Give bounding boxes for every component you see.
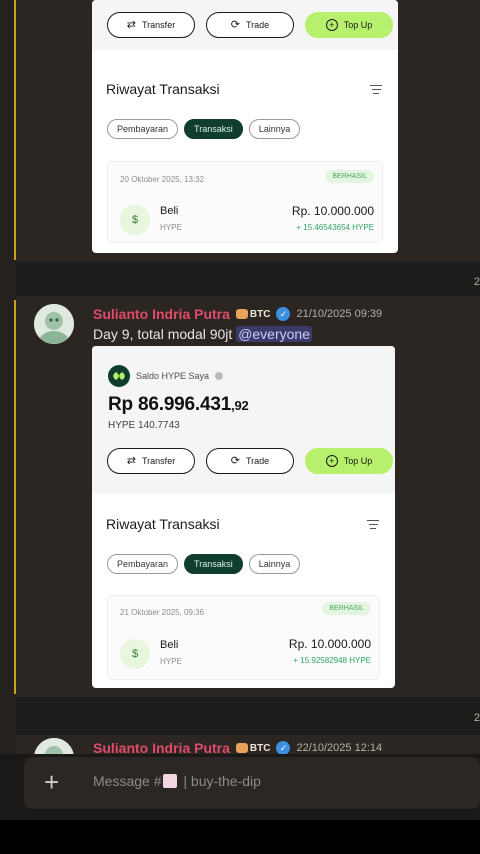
wallet-header: Saldo HYPE Saya [108, 365, 224, 387]
trade-button[interactable]: ⟳ Trade [206, 12, 294, 38]
chip-transaksi[interactable]: Transaksi [184, 554, 243, 574]
plus-circle-icon: + [325, 19, 338, 31]
topup-button[interactable]: + Top Up [305, 448, 393, 474]
history-title: Riwayat Transaksi [106, 516, 220, 532]
timestamp: 21/10/2025 09:39 [296, 308, 383, 320]
topup-button[interactable]: + Top Up [305, 12, 393, 38]
tx-date: 21 Oktober 2025, 09:36 [120, 608, 205, 617]
transaction-item[interactable]: 20 Oktober 2025, 13:32 BERHASIL $ Beli H… [107, 161, 383, 243]
message-composer[interactable]: + Message # | buy-the-dip [24, 757, 480, 809]
filter-chips: Pembayaran Transaksi Lainnya [107, 554, 301, 574]
balance: Rp 86.996.431,92 [108, 394, 249, 415]
message-text: Day 9, total modal 90jt @everyone [93, 326, 312, 342]
chip-transaksi[interactable]: Transaksi [184, 119, 243, 139]
history-section: Riwayat Transaksi Pembayaran Transaksi L… [92, 501, 395, 688]
coin-icon: $ [120, 639, 150, 669]
message-gap [16, 262, 480, 296]
status-badge: BERHASIL [325, 170, 374, 183]
plus-circle-icon: + [325, 455, 338, 467]
edge-timestamp: 2 [473, 276, 480, 288]
transaction-item[interactable]: 21 Oktober 2025, 09:36 BERHASIL $ Beli H… [107, 595, 380, 680]
history-title: Riwayat Transaksi [106, 81, 220, 97]
verified-icon: ✓ [276, 741, 291, 755]
coin-icon [235, 743, 248, 753]
chip-lainnya[interactable]: Lainnya [248, 119, 301, 139]
highlight-bar [14, 300, 16, 694]
channel-emoji-icon [163, 774, 178, 788]
chip-pembayaran[interactable]: Pembayaran [107, 554, 179, 574]
message-gap [16, 697, 480, 735]
trade-icon: ⟳ [230, 454, 241, 467]
timestamp: 22/10/2025 12:14 [296, 742, 383, 754]
wallet-card-2: Saldo HYPE Saya Rp 86.996.431,92 HYPE 14… [92, 346, 395, 688]
wallet-label: Saldo HYPE Saya [136, 371, 210, 381]
info-icon[interactable] [215, 372, 224, 380]
bottom-bar [0, 820, 480, 854]
card-top-section: Saldo HYPE Saya Rp 86.996.431,92 HYPE 14… [92, 346, 395, 494]
transfer-icon: ⇄ [126, 454, 137, 467]
verified-icon: ✓ [276, 307, 291, 321]
tx-amount: Rp. 10.000.000 [291, 204, 374, 218]
trade-icon: ⟳ [230, 18, 241, 31]
transfer-button[interactable]: ⇄ Transfer [107, 448, 195, 474]
hype-logo-icon [108, 365, 130, 387]
coin-icon: $ [120, 205, 150, 235]
transfer-button[interactable]: ⇄ Transfer [107, 12, 195, 38]
tx-asset: HYPE [160, 657, 182, 666]
role-badge: BTC [235, 743, 270, 754]
chip-lainnya[interactable]: Lainnya [248, 554, 301, 574]
plus-icon[interactable]: + [44, 769, 59, 795]
tx-type: Beli [160, 639, 179, 651]
history-section: Riwayat Transaksi Pembayaran Transaksi L… [92, 57, 398, 253]
card-top-section: ⇄ Transfer ⟳ Trade + Top Up [92, 0, 398, 50]
role-badge: BTC [235, 309, 270, 320]
filter-icon[interactable] [367, 520, 379, 532]
avatar[interactable] [34, 304, 74, 344]
status-badge: BERHASIL [322, 602, 371, 615]
coin-icon [235, 309, 248, 319]
message-input[interactable]: Message # | buy-the-dip [93, 773, 261, 789]
tx-date: 20 Oktober 2025, 13:32 [120, 175, 205, 184]
wallet-card-1: ⇄ Transfer ⟳ Trade + Top Up Riwayat Tran… [92, 0, 398, 253]
hype-balance: HYPE 140.7743 [108, 420, 180, 431]
tx-hype-amount: + 15.92582948 HYPE [293, 656, 371, 665]
filter-icon[interactable] [370, 85, 382, 97]
chat-area: ⇄ Transfer ⟳ Trade + Top Up Riwayat Tran… [0, 0, 480, 854]
chip-pembayaran[interactable]: Pembayaran [107, 119, 179, 139]
message-header: Sulianto Indria Putra BTC ✓ 21/10/2025 0… [93, 306, 382, 322]
edge-timestamp: 2 [473, 712, 480, 724]
username[interactable]: Sulianto Indria Putra [93, 306, 230, 322]
tx-asset: HYPE [160, 223, 182, 232]
tx-amount: Rp. 10.000.000 [288, 637, 371, 651]
filter-chips: Pembayaran Transaksi Lainnya [107, 119, 301, 139]
tx-hype-amount: + 15.46543654 HYPE [296, 223, 374, 232]
trade-button[interactable]: ⟳ Trade [206, 448, 294, 474]
transfer-icon: ⇄ [126, 18, 137, 31]
highlight-bar [14, 0, 16, 260]
tx-type: Beli [160, 205, 179, 217]
mention[interactable]: @everyone [236, 326, 312, 342]
